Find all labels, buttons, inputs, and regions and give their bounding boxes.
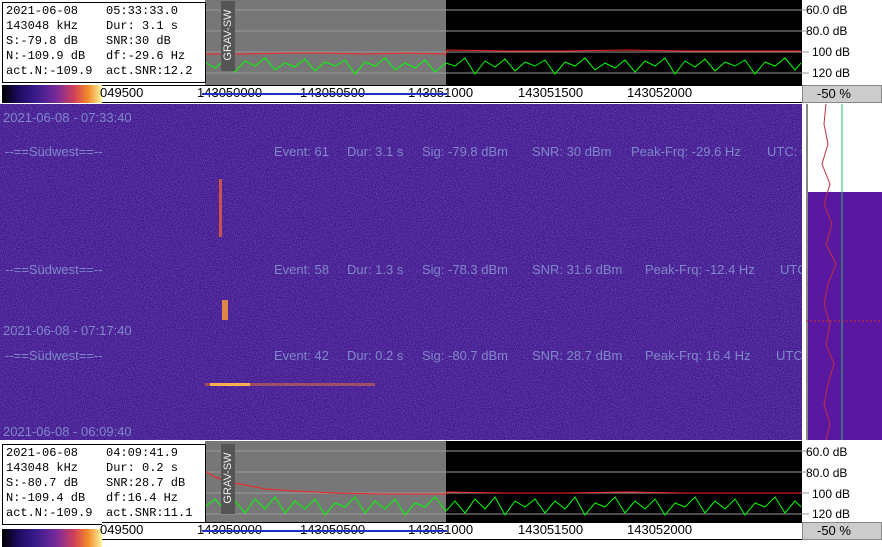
top-zoom-control[interactable]: -50 % [802, 85, 882, 103]
event-1-duration: Dur: 3.1 s [347, 144, 404, 159]
event-1-site: --==Südwest==-- [5, 144, 103, 159]
top-spectrum-plot [205, 9, 809, 75]
bottom-axis-label-4: 143051500 [518, 522, 584, 537]
bottom-frequency-axis: 049500 143050000 143050500 143051000 143… [100, 522, 802, 540]
event-1-utc: UTC: 05:33:33.0 [767, 144, 802, 159]
bottom-info-act-noise: act.N:-109.9 [6, 506, 93, 520]
meteor-trace-1 [219, 179, 222, 237]
bottom-info-box: 2021-06-08 04:09:41.9 143048 kHz Dur: 0.2 … [2, 444, 206, 525]
waterfall-timestamp-2: 2021-06-08 - 07:17:40 [3, 323, 132, 338]
bottom-station-tag: GRAV-SW [221, 444, 235, 514]
bottom-info-date: 2021-06-08 [6, 446, 79, 460]
event-2-utc: UTC: 05:17:40. [780, 262, 802, 277]
bottom-zoom-label: -50 % [817, 523, 851, 538]
bottom-info-freq: 143048 kHz [6, 461, 79, 475]
top-axis-label-0: 049500 [100, 85, 144, 100]
meteor-trace-2 [222, 300, 228, 320]
bottom-info-df: df:16.4 Hz [106, 491, 179, 505]
top-db-label-80: 80.0 dB [806, 24, 848, 38]
event-3-signal: Sig: -80.7 dBm [422, 348, 508, 363]
top-info-freq: 143048 kHz [6, 19, 79, 33]
top-station-tag: GRAV-SW [221, 1, 235, 71]
event-3-utc: UTC: 04:09:41.9 [776, 348, 802, 363]
event-3-number: Event: 42 [274, 348, 329, 363]
bottom-zoom-control[interactable]: -50 % [802, 522, 882, 540]
top-info-act-snr: act.SNR:12.2 [106, 64, 193, 78]
bottom-info-noise: N:-109.4 dB [6, 491, 86, 505]
top-spectrum-panel: GRAV-SW 2021-06-08 05:33:33.0 143048 kHz D… [0, 0, 882, 103]
top-color-scale [2, 85, 102, 103]
bottom-station-tag-label: GRAV-SW [222, 452, 234, 504]
top-info-date: 2021-06-08 [6, 4, 79, 18]
top-info-time: 05:33:33.0 [106, 4, 179, 18]
bottom-axis-label-0: 049500 [100, 522, 144, 537]
top-info-df: df:-29.6 Hz [106, 49, 186, 63]
bottom-info-signal: S:-80.7 dB [6, 476, 79, 490]
event-3-snr: SNR: 28.7 dBm [532, 348, 623, 363]
top-info-noise: N:-109.9 dB [6, 49, 86, 63]
bottom-db-label-120: 120 dB [812, 507, 851, 521]
waterfall-timestamp-1: 2021-06-08 - 07:33:40 [3, 110, 132, 125]
event-3-site: --==Südwest==-- [5, 348, 103, 363]
bottom-axis-label-5: 143052000 [627, 522, 693, 537]
event-1-snr: SNR: 30 dBm [532, 144, 612, 159]
event-2-number: Event: 58 [274, 262, 329, 277]
top-axis-label-5: 143052000 [627, 85, 693, 100]
top-axis-marker-line [202, 93, 447, 95]
waterfall-timestamp-3: 2021-06-08 - 06:09:40 [3, 424, 132, 439]
event-1-signal: Sig: -79.8 dBm [422, 144, 508, 159]
event-2-signal: Sig: -78.3 dBm [422, 262, 508, 277]
top-frequency-axis: 049500 143050000 143050500 143051000 143… [100, 85, 802, 103]
top-info-snr: SNR:30 dB [106, 34, 171, 48]
event-3-peak-freq: Peak-Frq: 16.4 Hz [645, 348, 751, 363]
bottom-info-snr: SNR:28.7 dB [106, 476, 186, 490]
bottom-info-time: 04:09:41.9 [106, 446, 179, 460]
bottom-color-scale [2, 529, 102, 547]
bottom-spectrum-plot [205, 450, 809, 516]
top-db-label-120: 120 dB [812, 66, 851, 80]
top-zoom-label: -50 % [817, 86, 851, 101]
top-signal-trace [205, 57, 802, 75]
bottom-signal-trace [205, 496, 802, 516]
event-2-peak-freq: Peak-Frq: -12.4 Hz [645, 262, 755, 277]
top-db-label-60: 60.0 dB [806, 3, 848, 17]
bottom-info-dur: Dur: 0.2 s [106, 461, 179, 475]
top-db-label-100: 100 dB [812, 45, 851, 59]
level-history-panel [806, 104, 882, 440]
top-axis-label-4: 143051500 [518, 85, 584, 100]
bottom-db-label-80: 80.0 dB [806, 466, 848, 480]
event-3-duration: Dur: 0.2 s [347, 348, 404, 363]
top-info-signal: S:-79.8 dB [6, 34, 79, 48]
event-2-snr: SNR: 31.6 dBm [532, 262, 623, 277]
top-info-dur: Dur: 3.1 s [106, 19, 179, 33]
bottom-db-label-100: 100 dB [812, 487, 851, 501]
event-1-peak-freq: Peak-Frq: -29.6 Hz [631, 144, 741, 159]
waterfall-display: 2021-06-08 - 07:33:40 2021-06-08 - 07:17… [0, 104, 802, 440]
event-2-duration: Dur: 1.3 s [347, 262, 404, 277]
bottom-axis-marker-line [202, 530, 447, 532]
event-1-number: Event: 61 [274, 144, 329, 159]
top-info-box: 2021-06-08 05:33:33.0 143048 kHz Dur: 3.1 … [2, 2, 206, 83]
station-tag-label: GRAV-SW [222, 9, 234, 61]
event-2-site: --==Südwest==-- [5, 262, 103, 277]
top-info-act-noise: act.N:-109.9 [6, 64, 93, 78]
bottom-db-label-60: 60.0 dB [806, 445, 848, 459]
bottom-spectrum-panel: GRAV-SW 2021-06-08 04:09:41.9 143048 kHz D… [0, 441, 882, 547]
bottom-noise-trace [205, 470, 801, 495]
level-history-plot [806, 104, 882, 440]
bottom-info-act-snr: act.SNR:11.1 [106, 506, 193, 520]
